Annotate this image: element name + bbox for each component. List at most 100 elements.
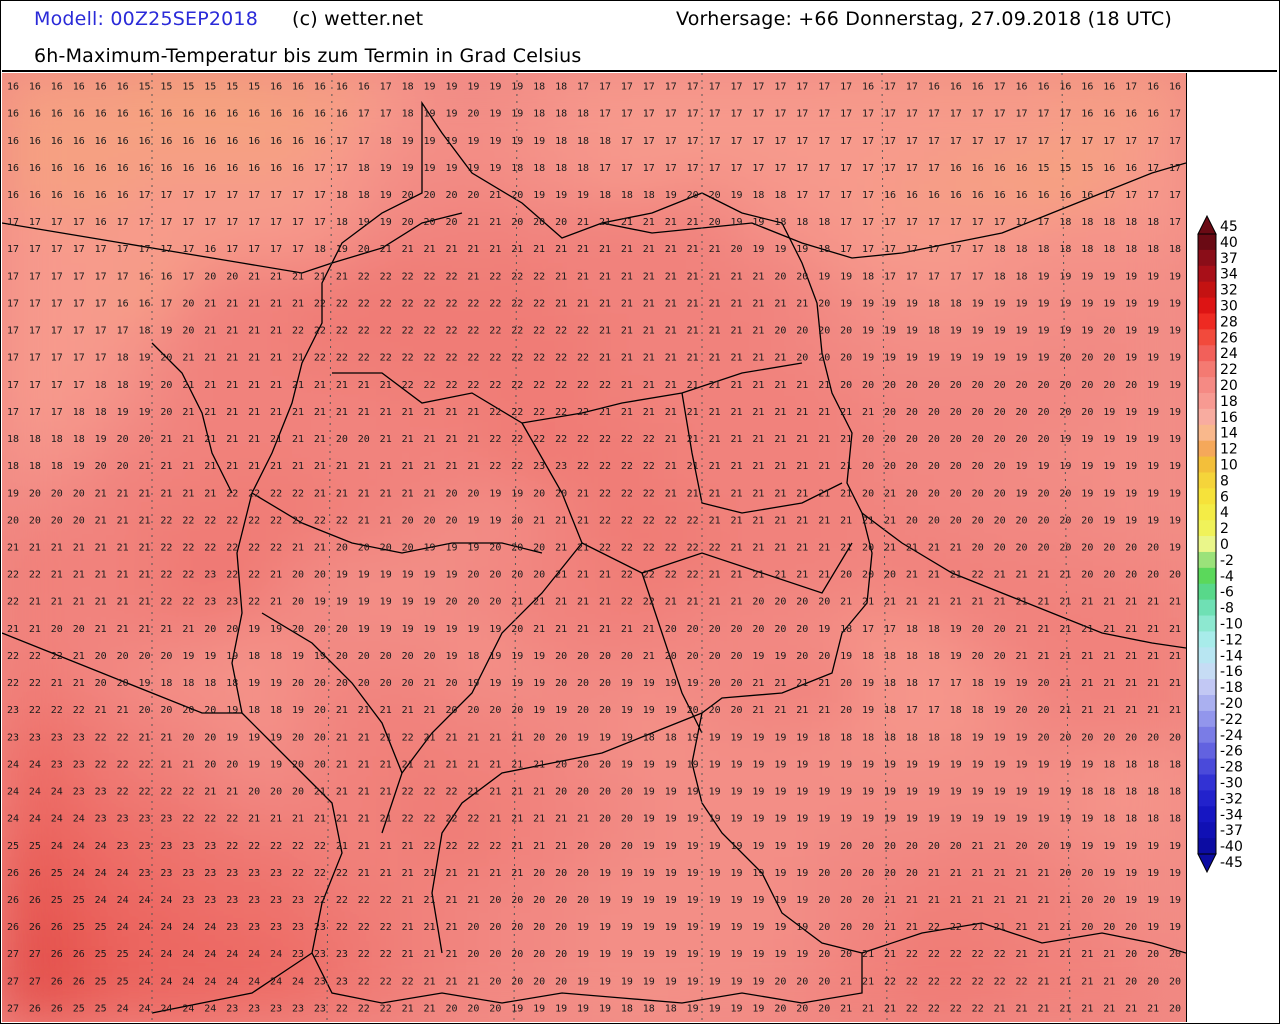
temperature-value: 22 — [336, 326, 348, 337]
temperature-value: 23 — [138, 814, 150, 825]
temperature-value: 15 — [226, 82, 238, 93]
temperature-value: 20 — [1103, 380, 1115, 391]
temperature-value: 21 — [950, 868, 962, 879]
temperature-value: 16 — [138, 298, 150, 309]
temperature-value: 17 — [774, 163, 786, 174]
temperature-value: 22 — [402, 814, 414, 825]
temperature-value: 17 — [95, 271, 107, 282]
temperature-value: 21 — [117, 597, 129, 608]
legend-label: 34 — [1220, 267, 1238, 283]
temperature-value: 22 — [511, 380, 523, 391]
temperature-value: 22 — [7, 597, 19, 608]
temperature-value: 16 — [226, 136, 238, 147]
temperature-value: 20 — [1103, 353, 1115, 364]
temperature-value: 22 — [292, 488, 304, 499]
temperature-value: 19 — [752, 1003, 764, 1014]
temperature-value: 22 — [621, 597, 633, 608]
temperature-value: 20 — [555, 488, 567, 499]
temperature-value: 16 — [1125, 109, 1137, 120]
temperature-value: 23 — [51, 732, 63, 743]
temperature-value: 19 — [730, 732, 742, 743]
temperature-value: 17 — [160, 244, 172, 255]
temperature-value: 17 — [840, 244, 852, 255]
temperature-value: 21 — [687, 380, 699, 391]
temperature-value: 21 — [687, 217, 699, 228]
temperature-value: 17 — [752, 82, 764, 93]
temperature-value: 21 — [730, 543, 742, 554]
temperature-value: 16 — [248, 163, 260, 174]
temperature-value: 20 — [95, 651, 107, 662]
temperature-value: 21 — [489, 217, 501, 228]
temperature-value: 20 — [1081, 380, 1093, 391]
temperature-value: 15 — [1081, 163, 1093, 174]
temperature-value: 16 — [1059, 190, 1071, 201]
temperature-value: 15 — [160, 82, 172, 93]
temperature-value: 19 — [1169, 488, 1181, 499]
temperature-value: 22 — [292, 841, 304, 852]
temperature-value: 20 — [862, 895, 874, 906]
temperature-value: 18 — [818, 244, 830, 255]
temperature-value: 21 — [1103, 651, 1115, 662]
temperature-value: 18 — [818, 732, 830, 743]
temperature-value: 19 — [533, 705, 545, 716]
temperature-value: 24 — [160, 1003, 172, 1014]
temperature-value: 21 — [424, 488, 436, 499]
temperature-value: 19 — [1147, 298, 1159, 309]
temperature-value: 18 — [577, 163, 589, 174]
temperature-value: 17 — [73, 326, 85, 337]
temperature-value: 21 — [445, 976, 457, 987]
temperature-value: 21 — [380, 732, 392, 743]
temperature-value: 21 — [336, 759, 348, 770]
temperature-value: 22 — [29, 570, 41, 581]
temperature-value: 19 — [884, 814, 896, 825]
temperature-value: 19 — [994, 298, 1006, 309]
temperature-value: 19 — [1081, 326, 1093, 337]
temperature-value: 16 — [226, 163, 238, 174]
temperature-value: 20 — [1016, 515, 1028, 526]
temperature-value: 20 — [160, 353, 172, 364]
temperature-value: 16 — [1103, 82, 1115, 93]
temperature-value: 25 — [73, 922, 85, 933]
temperature-value: 16 — [1037, 190, 1049, 201]
temperature-value: 19 — [73, 461, 85, 472]
temperature-value: 20 — [862, 868, 874, 879]
temperature-value: 25 — [51, 895, 63, 906]
temperature-value: 18 — [336, 217, 348, 228]
temperature-value: 19 — [1059, 787, 1071, 798]
temperature-value: 23 — [204, 570, 216, 581]
temperature-value: 19 — [950, 353, 962, 364]
temperature-value: 21 — [270, 434, 282, 445]
temperature-value: 20 — [138, 651, 150, 662]
temperature-value: 21 — [380, 787, 392, 798]
temperature-value: 21 — [687, 407, 699, 418]
temperature-value: 21 — [730, 597, 742, 608]
temperature-value: 17 — [884, 136, 896, 147]
temperature-value: 22 — [621, 515, 633, 526]
temperature-value: 21 — [533, 759, 545, 770]
legend-label: 12 — [1220, 442, 1238, 458]
temperature-value: 18 — [928, 732, 940, 743]
temperature-value: 17 — [160, 190, 172, 201]
temperature-value: 17 — [138, 190, 150, 201]
temperature-value: 25 — [95, 949, 107, 960]
temperature-value: 24 — [73, 868, 85, 879]
temperature-value: 21 — [906, 543, 918, 554]
temperature-value: 24 — [226, 976, 238, 987]
temperature-value: 21 — [336, 380, 348, 391]
temperature-value: 21 — [796, 570, 808, 581]
temperature-value: 19 — [994, 732, 1006, 743]
temperature-value: 21 — [709, 407, 721, 418]
temperature-value: 16 — [7, 109, 19, 120]
temperature-value: 21 — [752, 271, 764, 282]
temperature-value: 20 — [1081, 407, 1093, 418]
temperature-value: 17 — [818, 82, 830, 93]
temperature-value: 20 — [95, 678, 107, 689]
temperature-value: 18 — [555, 136, 567, 147]
temperature-value: 21 — [292, 407, 304, 418]
temperature-value: 21 — [138, 515, 150, 526]
temperature-value: 22 — [687, 570, 699, 581]
temperature-value: 17 — [7, 326, 19, 337]
temperature-value: 20 — [204, 732, 216, 743]
temperature-value: 22 — [994, 949, 1006, 960]
temperature-value: 19 — [1169, 922, 1181, 933]
